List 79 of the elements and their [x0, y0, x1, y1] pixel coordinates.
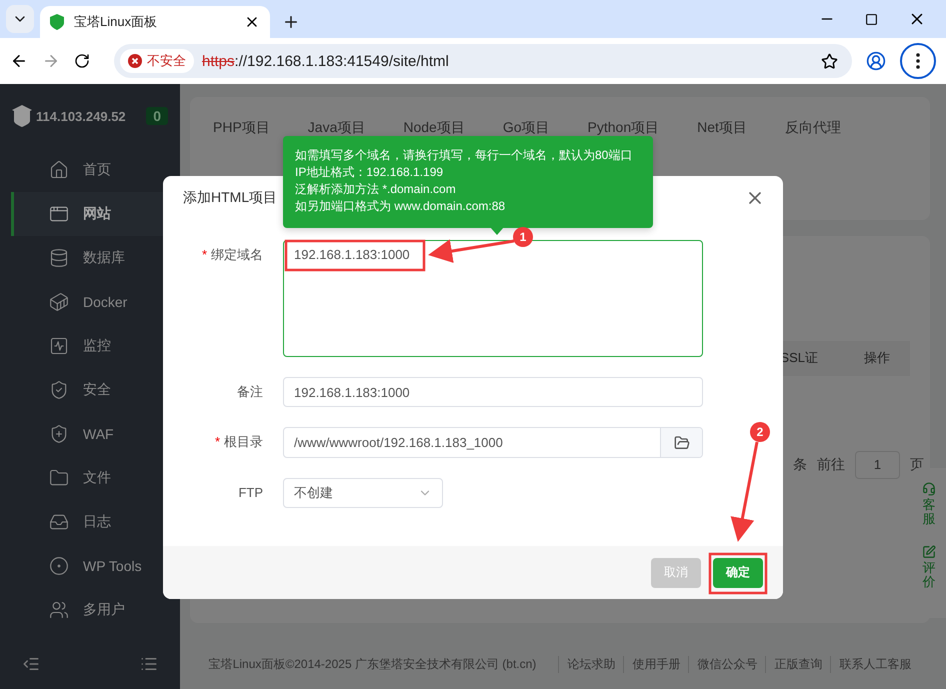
field-label: FTP: [237, 484, 263, 502]
page-input[interactable]: 1: [855, 450, 900, 479]
pager-text: 条: [793, 456, 807, 474]
folder-button[interactable]: [660, 428, 702, 457]
footer-link[interactable]: 微信公众号: [688, 656, 758, 673]
collapse-icon[interactable]: [22, 655, 40, 673]
sidebar-item[interactable]: 监控: [11, 324, 180, 368]
column-header: 操作: [864, 349, 890, 368]
tooltip-line: 泛解析添加方法 *.domain.com: [295, 181, 457, 197]
widget-button[interactable]: 评价: [922, 544, 936, 590]
project-tab[interactable]: Python项目: [588, 119, 660, 137]
domain-textarea[interactable]: 192.168.1.183:1000: [283, 240, 703, 357]
window-icon: [49, 204, 69, 224]
edit-icon: [922, 544, 936, 559]
field-label: * 绑定域名: [200, 246, 263, 264]
container-icon: [49, 292, 69, 312]
highlight-frame: [708, 552, 768, 594]
tooltip-line: 如另加端口格式为 www.domain.com:88: [295, 198, 506, 214]
dialog-title: 添加HTML项目: [183, 189, 278, 207]
field-label: 备注: [236, 383, 263, 401]
menu-icon: [916, 53, 920, 69]
database-icon: [49, 248, 69, 268]
count-badge: 0: [146, 107, 168, 125]
chart-icon: [49, 336, 69, 356]
profile-icon[interactable]: [866, 51, 886, 71]
sidebar-item[interactable]: 多用户: [11, 588, 180, 632]
field-label: * 根目录: [214, 433, 263, 451]
inbox-icon: [49, 512, 69, 532]
server-ip: 114.103.249.52: [36, 108, 126, 124]
footer-link[interactable]: 正版查询: [765, 656, 822, 673]
pager-text: 前往: [817, 456, 845, 474]
sidebar-item[interactable]: WP Tools: [11, 544, 180, 588]
circle-icon: [49, 556, 69, 576]
tooltip-line: IP地址格式：192.168.1.199: [295, 164, 444, 180]
project-tab[interactable]: Go项目: [502, 119, 550, 137]
tooltip-line: 如需填写多个域名，请换行填写，每行一个域名，默认为80端口: [295, 147, 634, 163]
menu-button[interactable]: [900, 43, 936, 79]
new-tab-icon[interactable]: [282, 13, 300, 31]
security-chip[interactable]: 不安全: [120, 49, 194, 73]
widget-button[interactable]: 客服: [922, 482, 936, 527]
sidebar-item[interactable]: 日志: [11, 500, 180, 544]
headset-icon: [922, 482, 936, 496]
sidebar-item[interactable]: 数据库: [11, 236, 180, 280]
note-input[interactable]: 192.168.1.183:1000: [283, 377, 703, 407]
forward-icon[interactable]: [42, 52, 60, 70]
footer-link[interactable]: 论坛求助: [558, 656, 616, 673]
maximize-icon[interactable]: [865, 12, 878, 26]
reload-icon[interactable]: [74, 53, 90, 69]
path-input[interactable]: /www/wwwroot/192.168.1.183_1000: [283, 427, 703, 458]
ftp-select[interactable]: 不创建: [283, 478, 443, 508]
shield-icon: [50, 14, 64, 30]
shield-plus-icon: [49, 424, 69, 444]
confirm-button[interactable]: 确定: [713, 558, 763, 588]
project-tab[interactable]: Node项目: [403, 119, 465, 137]
shield-check-icon: [49, 380, 69, 400]
footer-link[interactable]: 使用手册: [623, 656, 680, 673]
project-tab[interactable]: Java项目: [308, 119, 366, 137]
project-tab[interactable]: Net项目: [697, 119, 747, 137]
sidebar-item[interactable]: WAF: [11, 412, 180, 456]
sidebar-item[interactable]: 安全: [11, 368, 180, 412]
project-tab[interactable]: 反向代理: [784, 119, 841, 137]
project-tab[interactable]: PHP项目: [213, 119, 270, 137]
shield-logo-icon: [12, 105, 32, 127]
error-icon: [128, 54, 142, 68]
sidebar-item[interactable]: 首页: [11, 148, 180, 192]
list-icon[interactable]: [140, 655, 158, 673]
sidebar-item[interactable]: 文件: [11, 456, 180, 500]
folder-icon: [674, 434, 690, 450]
folder-icon: [49, 468, 69, 488]
browser-tab[interactable]: 宝塔Linux面板: [40, 6, 270, 38]
users-icon: [49, 600, 69, 620]
back-icon[interactable]: [10, 52, 28, 70]
tab-list-button[interactable]: [6, 5, 34, 33]
house-icon: [49, 160, 69, 180]
copyright-text: 宝塔Linux面板©2014-2025 广东堡塔安全技术有限公司 (bt.cn): [208, 656, 536, 673]
footer-link[interactable]: 联系人工客服: [830, 656, 912, 673]
url-text[interactable]: https://192.168.1.183:41549/site/html: [202, 52, 813, 70]
bookmark-star-icon[interactable]: [821, 52, 838, 70]
sidebar-item[interactable]: Docker: [11, 280, 180, 324]
